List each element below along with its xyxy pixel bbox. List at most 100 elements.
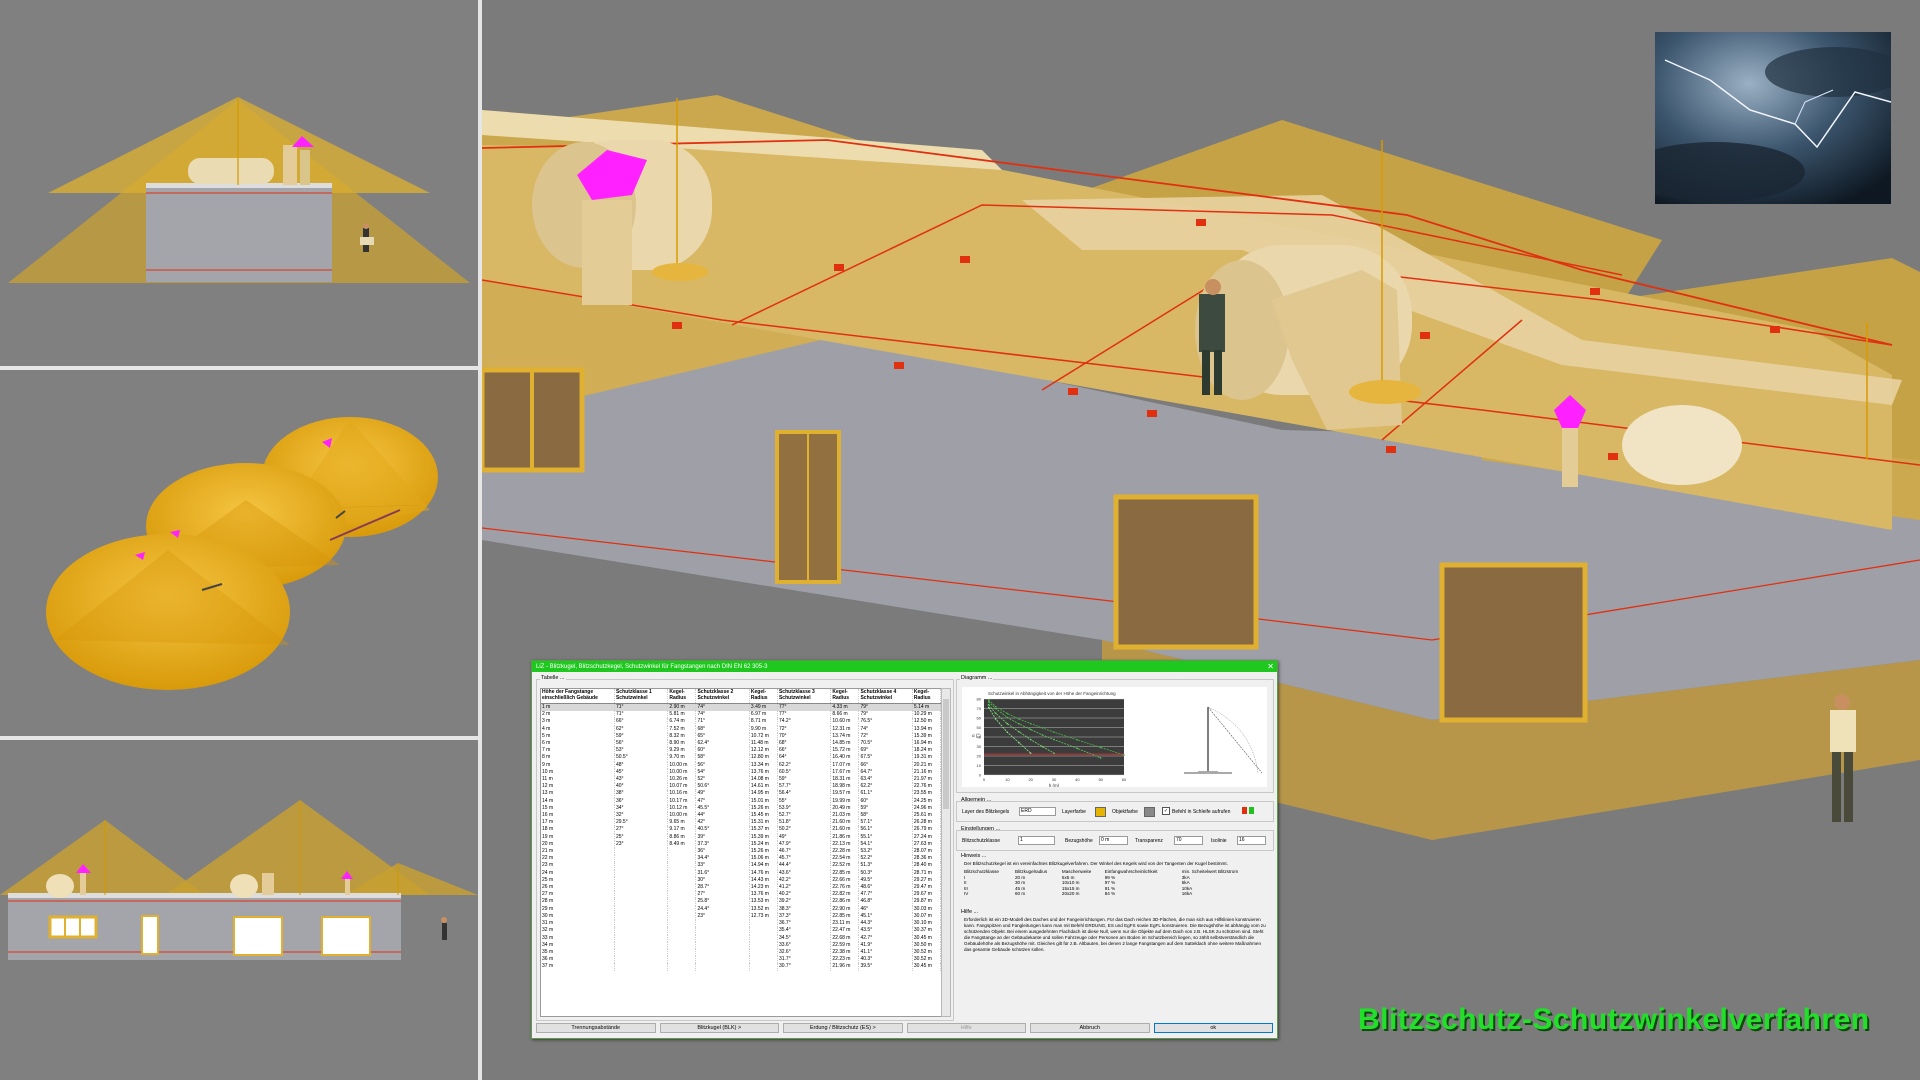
view-top-cones[interactable]: [0, 370, 478, 736]
table-cell: 20.21 m: [912, 761, 941, 769]
garage-door-1: [1113, 494, 1259, 650]
table-row[interactable]: 4 m 62° 7.52 m 68° 9.90 m 72° 12.31 m 74° 13.94 …: [541, 725, 941, 733]
table-cell: 28.7°: [695, 884, 750, 892]
scrollbar-thumb[interactable]: [943, 699, 949, 809]
table-cell: 53°: [614, 747, 669, 755]
table-row[interactable]: 1 m 71° 2.90 m 74° 3.49 m 77° 4.33 m 79° 5.14 m: [541, 703, 941, 712]
table-row[interactable]: 11 m 43° 10.26 m 52° 14.08 m 59° 18.31 m 63.4° 2…: [541, 776, 941, 784]
table-row[interactable]: 36 m 31.7° 22.23 m 40.3° 30.52 m: [541, 956, 941, 964]
table-header-cell[interactable]: Kegel-Radius: [830, 689, 860, 704]
table-row[interactable]: 27 m 27° 13.76 m 40.2° 22.82 m 47.7° 29.67 m: [541, 891, 941, 899]
liz-dialog: LiZ - Blitzkugel, Blitzschutzkegel, Schu…: [531, 660, 1278, 1039]
table-cell: 30°: [695, 876, 750, 885]
table-cell: 22.47 m: [830, 927, 860, 935]
table-cell: 10.00 m: [667, 761, 697, 769]
chart-y-tick-label: 30: [977, 744, 982, 749]
earthing-button[interactable]: Erdung / Blitzschutz (ES) >: [783, 1023, 903, 1033]
table-row[interactable]: 19 m 25° 8.86 m 39° 15.39 m 49° 21.86 m 55.1° 27…: [541, 833, 941, 841]
table-row[interactable]: 10 m 45° 10.00 m 54° 13.76 m 60.5° 17.67 m 64.7…: [541, 768, 941, 777]
table-cell: 53.2°: [858, 848, 913, 856]
table-header-cell[interactable]: Kegel-Radius: [749, 689, 778, 704]
table-row[interactable]: 12 m 40° 10.07 m 50.6° 14.61 m 57.7° 18.98 m 62…: [541, 783, 941, 791]
table-cell: 42.7°: [858, 934, 913, 942]
ok-button[interactable]: ok: [1153, 1023, 1273, 1033]
table-row[interactable]: 26 m 28.7° 14.23 m 41.2° 22.76 m 48.6° 29.47 m: [541, 884, 941, 892]
table-header-cell[interactable]: Schutzklasse 4 Schutzwinkel: [858, 689, 913, 704]
table-row[interactable]: 23 m 33° 14.94 m 44.4° 22.52 m 51.3° 28.40 m: [541, 862, 941, 870]
table-row[interactable]: 3 m 66° 6.74 m 71° 8.71 m 74.2° 10.60 m 76.5° 12…: [541, 718, 941, 726]
table-cell: 64°: [777, 754, 832, 762]
table-cell: 56.1°: [858, 826, 913, 834]
chart-x-tick-label: 60: [1122, 777, 1127, 782]
table-row[interactable]: 17 m 29.5° 9.65 m 42° 15.31 m 51.8° 21.60 m 57.…: [541, 819, 941, 827]
table-cell: [667, 920, 697, 928]
table-cell: 41.1°: [858, 948, 913, 957]
table-cell: 40.5°: [695, 826, 750, 834]
lightning-sphere-button[interactable]: Blitzkugel (BLK) >: [659, 1023, 779, 1033]
class-input[interactable]: 1: [1018, 836, 1055, 845]
chart-x-tick-label: 50: [1098, 777, 1103, 782]
table-row[interactable]: 14 m 36° 10.17 m 47° 15.01 m 55° 19.99 m 60° 24.…: [541, 797, 941, 805]
close-icon[interactable]: ✕: [1267, 661, 1274, 672]
table-row[interactable]: 29 m 24.4° 13.52 m 38.3° 22.90 m 46° 30.03 m: [541, 905, 941, 913]
protection-angle-table[interactable]: Höhe der Fangstange einschließlich Gebäu…: [540, 688, 942, 1017]
color-swatch-icon[interactable]: [1095, 807, 1106, 817]
view-front-elevation[interactable]: [0, 0, 478, 366]
table-row[interactable]: 16 m 32° 10.00 m 44° 15.45 m 52.7° 21.03 m 58° 2…: [541, 812, 941, 820]
table-header-cell[interactable]: Schutzklasse 2 Schutzwinkel: [695, 689, 750, 704]
layer-input[interactable]: ERD: [1019, 807, 1056, 816]
isolines-label: Isolinie: [1211, 838, 1227, 844]
table-cell: 23°: [695, 912, 750, 921]
separation-distances-button[interactable]: Trennungsabstände: [536, 1023, 656, 1033]
table-cell: 48.6°: [858, 884, 913, 892]
transparency-input[interactable]: 70: [1174, 836, 1203, 845]
table-row[interactable]: 18 m 27° 9.17 m 40.5° 15.37 m 50.2° 21.60 m 56.…: [541, 826, 941, 834]
table-row[interactable]: 7 m 53° 9.29 m 60° 12.12 m 66° 15.72 m 69° 18.24…: [541, 747, 941, 755]
table-row[interactable]: 33 m 34.5° 22.68 m 42.7° 30.45 m: [541, 934, 941, 942]
table-row[interactable]: 15 m 34° 10.12 m 45.5° 15.26 m 53.9° 20.49 m 59…: [541, 804, 941, 813]
table-header-cell[interactable]: Schutzklasse 3 Schutzwinkel: [777, 689, 832, 704]
table-cell: 44.4°: [777, 862, 832, 870]
table-header-cell[interactable]: Kegel-Radius: [667, 689, 697, 704]
chart-data-point: [987, 701, 990, 703]
table-cell: [667, 891, 697, 899]
color-swatch-icon[interactable]: [1144, 807, 1155, 817]
info-cell: IV: [964, 891, 969, 896]
table-row[interactable]: 21 m 36° 15.26 m 46.7° 22.28 m 53.2° 28.07 m: [541, 848, 941, 856]
table-header-cell[interactable]: Schutzklasse 1 Schutzwinkel: [614, 689, 669, 704]
table-cell: [667, 934, 697, 942]
table-row[interactable]: 37 m 30.7° 21.96 m 39.5° 30.45 m: [541, 963, 941, 971]
table-group-label: Tabelle ...: [540, 675, 566, 681]
table-cell: 39°: [695, 833, 750, 841]
table-row[interactable]: 13 m 38° 10.16 m 49° 14.95 m 56.4° 19.57 m 61.1…: [541, 790, 941, 798]
table-row[interactable]: 22 m 34.4° 15.06 m 45.7° 22.54 m 52.2° 28.36 m: [541, 855, 941, 863]
table-row[interactable]: 32 m 35.4° 22.47 m 43.5° 30.37 m: [541, 927, 941, 935]
cancel-button[interactable]: Abbruch: [1030, 1023, 1150, 1033]
table-row[interactable]: 31 m 36.7° 23.11 m 44.3° 30.10 m: [541, 920, 941, 928]
roof-dome: [1622, 405, 1742, 485]
table-cell: [614, 898, 669, 906]
table-row[interactable]: 24 m 31.6° 14.76 m 43.6° 22.85 m 50.3° 28.71 m: [541, 869, 941, 877]
table-row[interactable]: 25 m 30° 14.43 m 42.2° 22.66 m 49.5° 29.27 m: [541, 876, 941, 885]
checkbox-icon[interactable]: ✓: [1162, 807, 1170, 815]
table-cell: [695, 927, 750, 935]
table-row[interactable]: 9 m 48° 10.00 m 56° 13.34 m 62.2° 17.07 m 66° 20…: [541, 761, 941, 769]
table-row[interactable]: 6 m 56° 8.90 m 62.4° 11.48 m 68° 14.85 m 70.5° 1…: [541, 740, 941, 748]
table-row[interactable]: 30 m 23° 12.73 m 37.3° 22.85 m 45.1° 30.07 m: [541, 912, 941, 921]
table-row[interactable]: 20 m 23° 8.49 m 37.3° 15.24 m 47.9° 22.13 m 54.…: [541, 840, 941, 849]
chart-data-point: [1029, 728, 1032, 731]
refheight-input[interactable]: 0 m: [1099, 836, 1128, 845]
table-cell: [667, 862, 697, 870]
table-scrollbar[interactable]: [941, 688, 951, 1017]
table-header-cell[interactable]: Höhe der Fangstange einschließlich Gebäu…: [541, 689, 615, 704]
table-row[interactable]: 8 m 50.5° 9.70 m 58° 12.80 m 64° 16.40 m 67.5° 1…: [541, 754, 941, 762]
table-row[interactable]: 28 m 25.8° 13.53 m 39.2° 22.86 m 46.8° 29.87 m: [541, 898, 941, 906]
help-button[interactable]: Hilfe: [906, 1023, 1026, 1033]
isolines-input[interactable]: 16: [1237, 836, 1266, 845]
table-row[interactable]: 2 m 71° 5.81 m 74° 6.97 m 77° 8.66 m 79° 10.29 m: [541, 711, 941, 719]
view-side-elevation[interactable]: [0, 740, 478, 1080]
table-header-cell[interactable]: Kegel-Radius: [912, 689, 941, 704]
table-row[interactable]: 34 m 33.6° 22.59 m 41.9° 30.50 m: [541, 941, 941, 949]
table-row[interactable]: 35 m 32.6° 22.38 m 41.1° 30.52 m: [541, 948, 941, 957]
table-row[interactable]: 5 m 59° 8.32 m 65° 10.72 m 70° 13.74 m 72° 15.39…: [541, 732, 941, 741]
